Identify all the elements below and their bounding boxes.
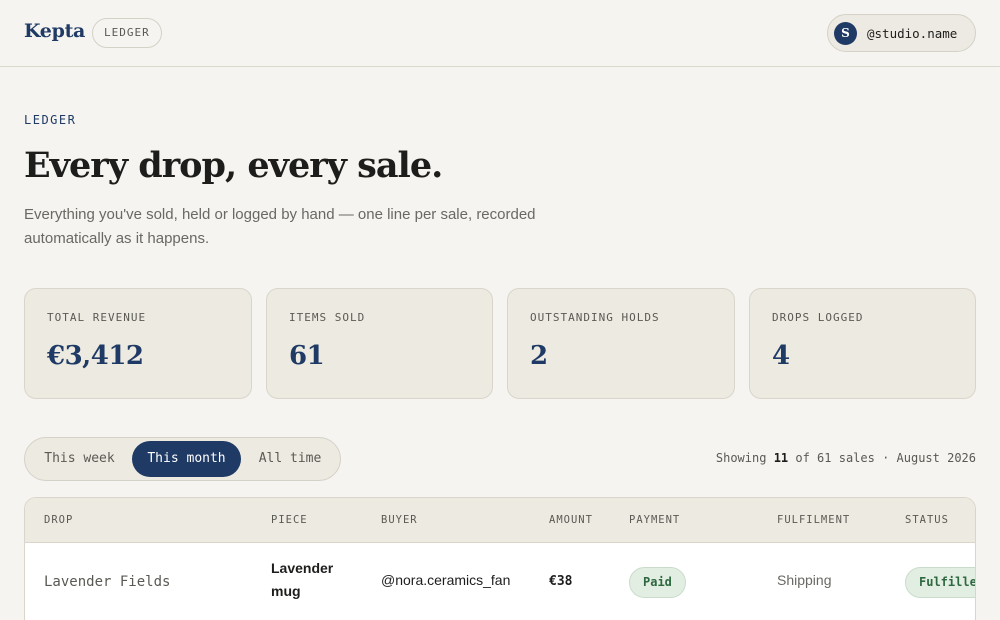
column-header-fulfilment[interactable]: FULFILMENT	[777, 514, 850, 526]
user-handle: @studio.name	[867, 26, 958, 41]
time-range-filter: This week This month All time	[24, 437, 341, 481]
column-header-piece[interactable]: PIECE	[271, 514, 308, 526]
cell-drop: Lavender Fields	[44, 574, 171, 590]
user-menu[interactable]: S @studio.name	[827, 14, 976, 52]
stat-value: 4	[772, 341, 790, 371]
stat-value: €3,412	[47, 341, 144, 371]
filter-all-time[interactable]: All time	[242, 441, 338, 477]
summary-total: of 61 sales · August 2026	[795, 451, 976, 465]
filter-this-month[interactable]: This month	[132, 441, 241, 477]
stat-card-items-sold: ITEMS SOLD 61	[266, 288, 493, 399]
filter-this-week[interactable]: This week	[28, 441, 131, 477]
payment-status-badge: Paid	[629, 567, 686, 598]
stat-card-drops-logged: DROPS LOGGED 4	[749, 288, 976, 399]
stat-value: 61	[289, 341, 325, 371]
cell-amount: €38	[549, 574, 573, 589]
avatar: S	[834, 22, 857, 45]
table-row[interactable]: Lavender Fields Lavender mug @nora.ceram…	[25, 543, 975, 620]
results-summary: Showing 11 of 61 sales · August 2026	[716, 451, 976, 465]
cell-buyer[interactable]: @nora.ceramics_fan	[381, 572, 510, 588]
page-eyebrow: LEDGER	[24, 113, 77, 127]
sales-table: DROP PIECE BUYER AMOUNT PAYMENT FULFILME…	[24, 497, 976, 620]
column-header-buyer[interactable]: BUYER	[381, 514, 418, 526]
column-header-drop[interactable]: DROP	[44, 514, 73, 526]
column-header-amount[interactable]: AMOUNT	[549, 514, 593, 526]
stat-card-total-revenue: TOTAL REVENUE €3,412	[24, 288, 252, 399]
section-pill: LEDGER	[92, 18, 162, 48]
summary-prefix: Showing	[715, 451, 767, 465]
stat-card-outstanding-holds: OUTSTANDING HOLDS 2	[507, 288, 735, 399]
stat-label: OUTSTANDING HOLDS	[530, 311, 660, 324]
cell-fulfilment: Shipping	[777, 572, 832, 588]
page-subtitle: Everything you've sold, held or logged b…	[24, 206, 536, 247]
stat-label: TOTAL REVENUE	[47, 311, 147, 324]
order-status-badge: Fulfilled	[905, 567, 975, 598]
top-bar: Kepta LEDGER S @studio.name	[0, 0, 1000, 67]
stat-label: ITEMS SOLD	[289, 311, 366, 324]
stat-value: 2	[530, 341, 548, 371]
cell-piece: Lavender mug	[271, 560, 334, 599]
summary-count: 11	[773, 451, 789, 465]
page-title: Every drop, every sale.	[24, 145, 443, 186]
stat-label: DROPS LOGGED	[772, 311, 864, 324]
table-header: DROP PIECE BUYER AMOUNT PAYMENT FULFILME…	[25, 498, 975, 543]
column-header-status[interactable]: STATUS	[905, 514, 949, 526]
brand-logo[interactable]: Kepta	[24, 20, 85, 42]
column-header-payment[interactable]: PAYMENT	[629, 514, 680, 526]
